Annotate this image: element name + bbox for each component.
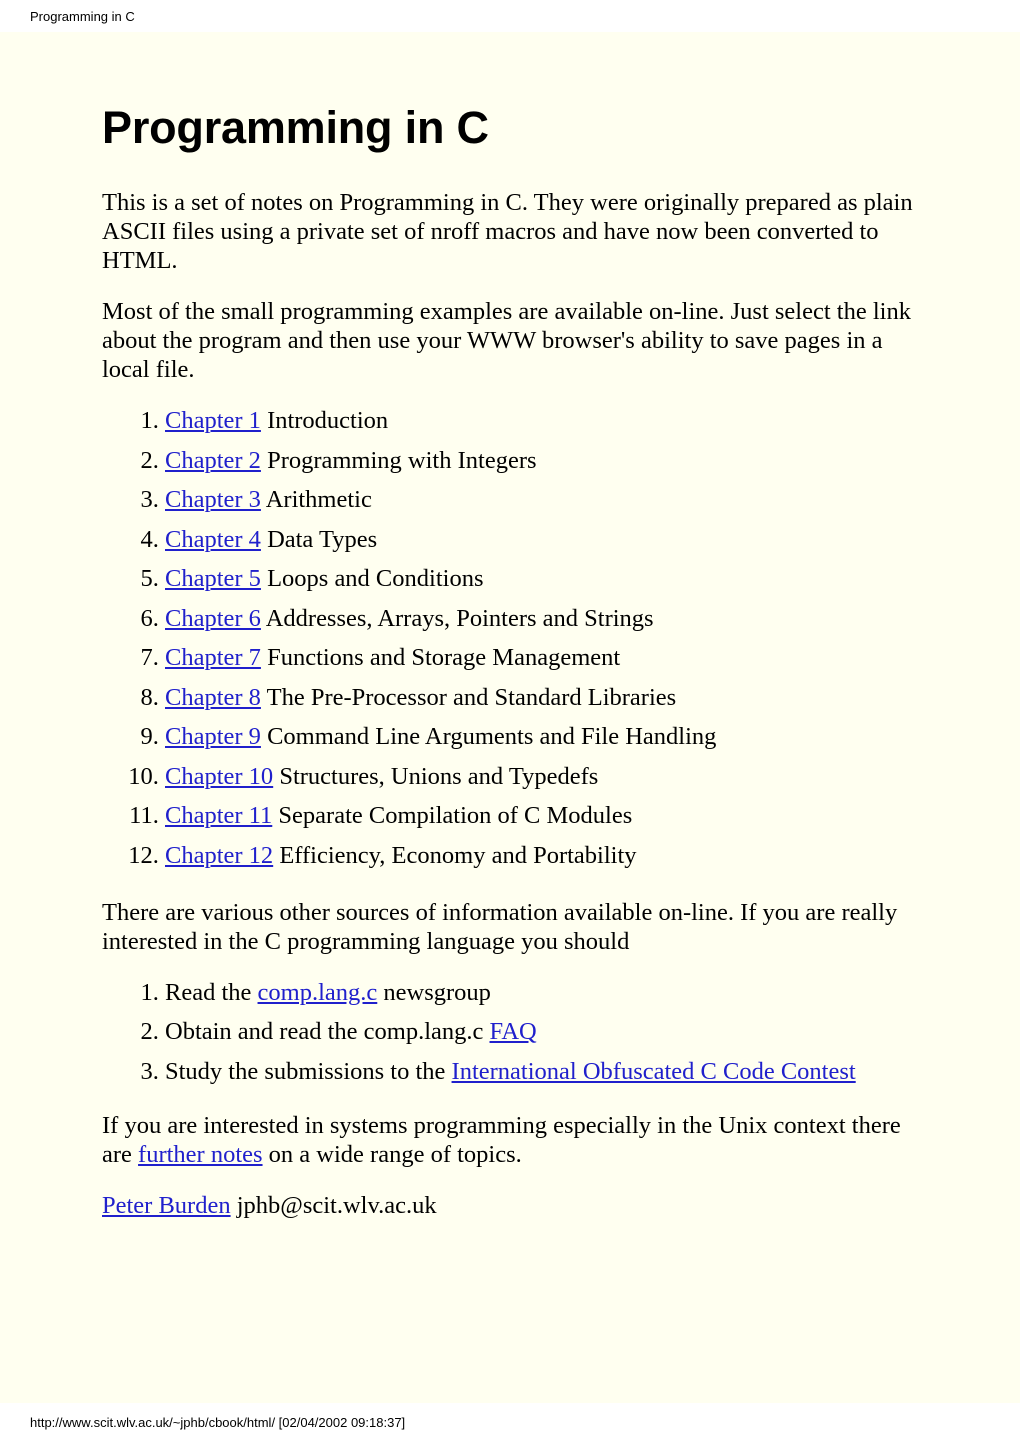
chapter-list-item: Chapter 9 Command Line Arguments and Fil… — [165, 722, 914, 751]
chapter-list-item: Chapter 7 Functions and Storage Manageme… — [165, 643, 914, 672]
examples-paragraph: Most of the small programming examples a… — [102, 298, 911, 383]
chapter-list-item: Chapter 4 Data Types — [165, 525, 914, 554]
print-footer: http://www.scit.wlv.ac.uk/~jphb/cbook/ht… — [0, 1403, 1020, 1443]
footer-url: http://www.scit.wlv.ac.uk/~jphb/cbook/ht… — [30, 1415, 406, 1430]
chapter-title: Functions and Storage Management — [260, 644, 621, 671]
chapter-list-item: Chapter 10 Structures, Unions and Typede… — [165, 762, 914, 791]
chapter-link[interactable]: Chapter 10 — [165, 763, 273, 790]
source-link[interactable]: FAQ — [490, 1018, 537, 1045]
chapter-link[interactable]: Chapter 6 — [165, 605, 261, 632]
source-text-before: Obtain and read the comp.lang.c — [165, 1018, 490, 1045]
chapter-list-item: Chapter 5 Loops and Conditions — [165, 564, 914, 593]
chapter-link[interactable]: Chapter 3 — [165, 486, 261, 513]
chapter-link[interactable]: Chapter 5 — [165, 565, 261, 592]
sources-list: Read the comp.lang.c newsgroup Obtain and… — [102, 978, 914, 1086]
chapter-title: Efficiency, Economy and Portability — [273, 841, 637, 869]
source-list-item: Obtain and read the comp.lang.c FAQ — [165, 1017, 914, 1046]
chapter-link[interactable]: Chapter 12 — [165, 842, 273, 869]
chapter-link[interactable]: Chapter 9 — [165, 723, 261, 750]
chapter-list-item: Chapter 6 Addresses, Arrays, Pointers an… — [165, 604, 914, 633]
chapter-list-item: Chapter 2 Programming with Integers — [165, 446, 914, 475]
unix-paragraph: If you are interested in systems program… — [102, 1111, 914, 1169]
chapter-list-item: Chapter 8 The Pre-Processor and Standard… — [165, 683, 914, 712]
print-header: Programming in C — [0, 0, 1020, 32]
chapter-title: Data Types — [260, 525, 378, 553]
other-sources-paragraph: There are various other sources of infor… — [102, 898, 898, 955]
unix-paragraph-after: on a wide range of topics. — [262, 1140, 522, 1168]
source-list-item: Read the comp.lang.c newsgroup — [165, 978, 914, 1007]
chapter-link[interactable]: Chapter 4 — [165, 526, 261, 553]
chapter-title: Addresses, Arrays, Pointers and Strings — [260, 604, 654, 632]
source-link[interactable]: comp.lang.c — [258, 979, 378, 1006]
page-canvas: Programming in C This is a set of notes … — [0, 32, 1020, 1403]
chapter-title: Introduction — [260, 407, 389, 434]
chapter-link[interactable]: Chapter 7 — [165, 644, 261, 671]
chapter-title: Separate Compilation of C Modules — [272, 802, 633, 829]
chapter-link[interactable]: Chapter 1 — [165, 407, 261, 434]
print-header-title: Programming in C — [30, 9, 135, 24]
chapter-title: Programming with Integers — [260, 446, 537, 474]
further-notes-link[interactable]: further notes — [138, 1141, 263, 1168]
chapter-title: Structures, Unions and Typedefs — [273, 762, 599, 790]
source-text-before: Read the — [165, 978, 258, 1006]
document-content: Programming in C This is a set of notes … — [102, 102, 914, 1242]
intro-paragraph: This is a set of notes on Programming in… — [102, 189, 913, 274]
chapter-list-item: Chapter 3 Arithmetic — [165, 485, 914, 514]
chapter-link[interactable]: Chapter 2 — [165, 447, 261, 474]
signature-paragraph: Peter Burden jphb@scit.wlv.ac.uk — [102, 1191, 914, 1220]
peter-burden-link[interactable]: Peter Burden — [102, 1192, 231, 1219]
source-list-item: Study the submissions to the Internation… — [165, 1057, 914, 1086]
source-text-after: newsgroup — [377, 978, 491, 1006]
source-link[interactable]: International Obfuscated C Code Contest — [452, 1058, 856, 1085]
author-email: jphb@scit.wlv.ac.uk — [230, 1191, 437, 1219]
chapter-link[interactable]: Chapter 11 — [165, 802, 272, 829]
chapter-list-item: Chapter 11 Separate Compilation of C Mod… — [165, 801, 914, 830]
chapter-list: Chapter 1 Introduction Chapter 2 Programm… — [102, 406, 914, 870]
chapter-link[interactable]: Chapter 8 — [165, 684, 261, 711]
chapter-title: Command Line Arguments and File Handling — [260, 723, 717, 750]
page-title: Programming in C — [102, 102, 489, 153]
chapter-title: Loops and Conditions — [260, 565, 484, 592]
chapter-title: Arithmetic — [260, 486, 372, 513]
chapter-title: The Pre-Processor and Standard Libraries — [260, 683, 677, 711]
source-text-before: Study the submissions to the — [165, 1057, 452, 1085]
chapter-list-item: Chapter 1 Introduction — [165, 406, 914, 435]
chapter-list-item: Chapter 12 Efficiency, Economy and Porta… — [165, 841, 914, 870]
